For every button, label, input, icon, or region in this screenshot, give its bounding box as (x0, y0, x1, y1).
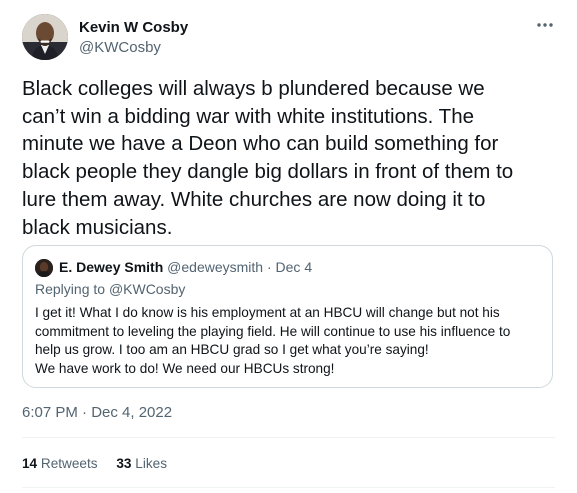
quoted-author-name[interactable]: E. Dewey Smith (59, 259, 163, 275)
quoted-header: E. Dewey Smith @edeweysmith · Dec 4 (59, 259, 312, 275)
quoted-avatar-image (35, 259, 53, 277)
retweets-stat[interactable]: 14 Retweets (22, 456, 98, 471)
author-name[interactable]: Kevin W Cosby (79, 19, 188, 36)
likes-count: 33 (116, 456, 132, 471)
retweets-label: Retweets (40, 456, 98, 471)
quoted-author-avatar (35, 259, 53, 277)
divider (22, 487, 555, 488)
likes-stat[interactable]: 33 Likes (116, 456, 167, 471)
divider (22, 437, 555, 438)
tweet-card: Kevin W Cosby @KWCosby Black colleges wi… (0, 0, 577, 493)
retweets-count: 14 (22, 456, 38, 471)
author-handle[interactable]: @KWCosby (79, 39, 161, 56)
author-avatar[interactable] (22, 14, 68, 60)
quoted-date: Dec 4 (275, 259, 313, 275)
replying-to: Replying to @KWCosby (35, 281, 185, 297)
tweet-timestamp[interactable]: 6:07 PM · Dec 4, 2022 (22, 404, 172, 421)
quoted-separator: · (263, 259, 276, 275)
quoted-tweet[interactable]: E. Dewey Smith @edeweysmith · Dec 4 Repl… (22, 245, 553, 388)
more-horizontal-icon[interactable] (534, 14, 556, 36)
likes-label: Likes (135, 456, 167, 471)
quoted-author-handle: @edeweysmith (167, 259, 264, 275)
replying-to-prefix: Replying to (35, 281, 109, 297)
author-avatar-image (22, 14, 68, 60)
engagement-stats: 14 Retweets 33 Likes (22, 456, 182, 471)
tweet-text: Black colleges will always b plundered b… (22, 77, 514, 239)
quoted-tweet-text: I get it! What I do know is his employme… (35, 305, 511, 376)
replying-to-handle[interactable]: @KWCosby (109, 281, 185, 297)
